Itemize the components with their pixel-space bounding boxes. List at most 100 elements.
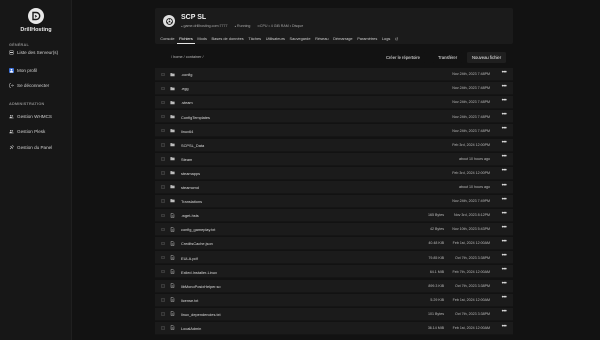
- more-options-icon[interactable]: •••: [501, 281, 507, 288]
- row-checkbox[interactable]: [161, 171, 165, 175]
- file-modified-date: Feb 3rd, 2024 12:00PM: [452, 142, 490, 147]
- breadcrumb[interactable]: / home / container /: [171, 55, 204, 59]
- folder-row[interactable]: .egg Nov 24th, 2023 7:48PM •••: [155, 82, 513, 96]
- file-modified-date: Nov 24th, 2023 7:48PM: [452, 100, 490, 105]
- sidebar-item-whmcs[interactable]: Gestion WHMCS: [9, 114, 69, 120]
- tab-mods[interactable]: Mods: [195, 34, 209, 44]
- more-options-icon[interactable]: •••: [501, 267, 507, 274]
- tab-databases[interactable]: Bases de données: [209, 34, 246, 44]
- folder-row[interactable]: ConfigTemplates Nov 24th, 2023 7:48PM •••: [155, 110, 513, 124]
- file-row[interactable]: linux_dependencies.txt 101 Bytes Oct 7th, …: [155, 307, 513, 321]
- more-options-icon[interactable]: •••: [501, 84, 507, 91]
- file-modified-date: about 10 hours ago: [459, 185, 490, 190]
- file-row[interactable]: EULA.pdf 79.85 KiB Oct 7th, 2023 3:38PM •••: [155, 251, 513, 265]
- more-options-icon[interactable]: •••: [501, 168, 507, 175]
- sidebar: DrillHosting GÉNÉRAL Liste des Serveur(s…: [0, 0, 72, 340]
- sidebar-item-logout[interactable]: Se déconnecter: [9, 83, 69, 89]
- file-modified-date: Nov 24th, 2023 7:48PM: [452, 128, 490, 133]
- folder-icon: [170, 170, 175, 175]
- server-address[interactable]: game.drillhosting.com:7777: [181, 24, 228, 28]
- sidebar-item-servers[interactable]: Liste des Serveur(s): [9, 50, 69, 56]
- row-checkbox[interactable]: [161, 86, 165, 91]
- folder-row[interactable]: steamapps Feb 3rd, 2024 12:00PM •••: [155, 166, 513, 180]
- folder-row[interactable]: .config Nov 24th, 2023 7:48PM •••: [155, 68, 513, 81]
- more-options-icon[interactable]: •••: [501, 309, 507, 316]
- more-options-icon[interactable]: •••: [501, 239, 507, 246]
- tab-startup[interactable]: Démarrage: [331, 34, 355, 44]
- row-checkbox[interactable]: [161, 199, 165, 203]
- tab-schedules[interactable]: Tâches: [246, 34, 263, 44]
- more-options-icon[interactable]: •••: [501, 98, 507, 105]
- row-checkbox[interactable]: [161, 157, 165, 161]
- external-link-icon[interactable]: [393, 34, 401, 44]
- tab-backups[interactable]: Sauvegarde: [287, 34, 313, 44]
- sidebar-item-panel[interactable]: Gestion du Panel: [9, 145, 69, 151]
- more-options-icon[interactable]: •••: [501, 253, 507, 260]
- folder-row[interactable]: SCPSL_Data Feb 3rd, 2024 12:00PM •••: [155, 138, 513, 152]
- tab-users[interactable]: Utilisateurs: [263, 34, 287, 44]
- section-admin-label: ADMINISTRATION: [9, 102, 45, 106]
- more-options-icon[interactable]: •••: [501, 324, 507, 331]
- sidebar-item-plesk[interactable]: Gestion Plesk: [9, 129, 69, 135]
- more-options-icon[interactable]: •••: [501, 154, 507, 161]
- upload-button[interactable]: Transférer: [433, 52, 463, 63]
- row-checkbox[interactable]: [161, 284, 165, 288]
- file-row[interactable]: CreditsCache.json 40.48 KiB Feb 1st, 2024 …: [155, 237, 513, 251]
- row-checkbox[interactable]: [161, 312, 165, 316]
- tab-console[interactable]: Console: [158, 34, 177, 44]
- row-checkbox[interactable]: [161, 100, 165, 105]
- file-row[interactable]: libMonoPosixHelper.so 899.3 KiB Oct 7th, 2…: [155, 279, 513, 293]
- file-size: 36.14 MiB: [427, 326, 444, 331]
- file-row[interactable]: license.txt 5.29 KiB Feb 1st, 2024 12:00AM…: [155, 293, 513, 307]
- tools-icon: [9, 145, 14, 150]
- file-modified-date: Nov 24th, 2023 7:48PM: [452, 114, 490, 119]
- tab-settings[interactable]: Paramètres: [355, 34, 380, 44]
- folder-row[interactable]: Steam about 10 hours ago •••: [155, 152, 513, 166]
- file-name: libMonoPosixHelper.so: [181, 283, 221, 289]
- folder-icon: [170, 198, 175, 203]
- folder-row[interactable]: steamcmd about 10 hours ago •••: [155, 180, 513, 194]
- row-checkbox[interactable]: [161, 72, 165, 76]
- file-row[interactable]: Exiled.Installer-Linux 64.1 MiB Feb 7th, 2…: [155, 265, 513, 279]
- file-icon: [170, 325, 175, 331]
- file-name: config_gameplay.txt: [181, 227, 216, 233]
- sidebar-item-profile[interactable]: Mon profil: [9, 68, 69, 74]
- tab-files[interactable]: Fichiers: [176, 34, 196, 44]
- more-options-icon[interactable]: •••: [501, 183, 507, 190]
- more-options-icon[interactable]: •••: [501, 126, 507, 133]
- more-options-icon[interactable]: •••: [501, 225, 507, 232]
- row-checkbox[interactable]: [161, 227, 165, 232]
- more-options-icon[interactable]: •••: [501, 211, 507, 218]
- new-file-button[interactable]: Nouveau fichier: [467, 52, 507, 63]
- file-row[interactable]: config_gameplay.txt 42 Bytes Nov 10th, 202…: [155, 223, 513, 237]
- server-title: SCP SL: [181, 14, 207, 21]
- brand[interactable]: DrillHosting: [0, 8, 72, 33]
- file-row[interactable]: LocalAdmin 36.14 MiB Feb 1st, 2024 12:00AM…: [155, 321, 513, 335]
- row-checkbox[interactable]: [161, 326, 165, 330]
- folder-row[interactable]: linux64 Nov 24th, 2023 7:48PM •••: [155, 124, 513, 138]
- more-options-icon[interactable]: •••: [501, 140, 507, 147]
- file-name: .steam: [181, 100, 193, 106]
- tab-logs[interactable]: Logs: [380, 34, 393, 44]
- row-checkbox[interactable]: [161, 213, 165, 217]
- row-checkbox[interactable]: [161, 241, 165, 246]
- row-checkbox[interactable]: [161, 298, 165, 302]
- file-name: license.txt: [181, 297, 199, 303]
- more-options-icon[interactable]: •••: [501, 295, 507, 302]
- file-icon: [170, 240, 175, 246]
- more-options-icon[interactable]: •••: [501, 197, 507, 204]
- folder-row[interactable]: .steam Nov 24th, 2023 7:48PM •••: [155, 96, 513, 110]
- row-checkbox[interactable]: [161, 185, 165, 189]
- row-checkbox[interactable]: [161, 128, 165, 133]
- row-checkbox[interactable]: [161, 255, 165, 260]
- file-row[interactable]: .wget-hsts 165 Bytes Nov 3rd, 2023 8:12PM •…: [155, 209, 513, 222]
- create-directory-button[interactable]: Créer le répertoire: [381, 52, 425, 63]
- more-options-icon[interactable]: •••: [501, 70, 507, 77]
- more-options-icon[interactable]: •••: [501, 112, 507, 119]
- row-checkbox[interactable]: [161, 269, 165, 274]
- tab-network[interactable]: Réseau: [313, 34, 331, 44]
- row-checkbox[interactable]: [161, 114, 165, 119]
- folder-row[interactable]: Translations Nov 24th, 2023 7:49PM •••: [155, 194, 513, 208]
- row-checkbox[interactable]: [161, 143, 165, 147]
- server-resources: ∞CPU • 4 GiB RAM • Disque: [257, 24, 304, 28]
